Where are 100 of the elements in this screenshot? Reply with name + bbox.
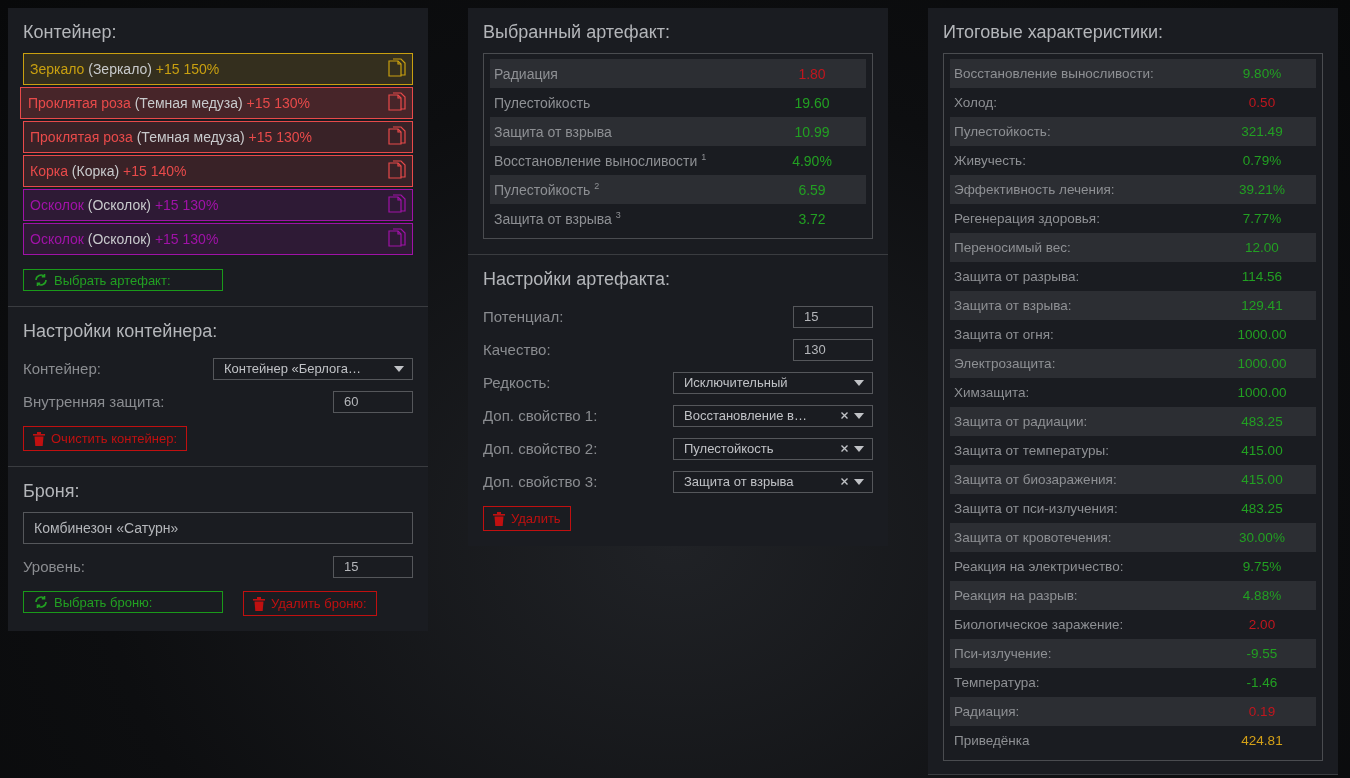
section-title: Броня: bbox=[23, 481, 81, 502]
stat-value: 1000.00 bbox=[1236, 327, 1288, 342]
stat-name: Защита от разрыва: bbox=[954, 269, 1081, 284]
artifact-slot[interactable]: Зеркало (Зеркало) +15 150% bbox=[23, 53, 413, 85]
stat-value: 12.00 bbox=[1244, 240, 1280, 255]
stat-value: 0.50 bbox=[1247, 95, 1277, 110]
dropdown[interactable]: Исключительный bbox=[673, 371, 873, 394]
stat-name: Радиация: bbox=[954, 704, 1021, 719]
stat-name: Защита от взрыва bbox=[494, 123, 613, 140]
stat-name: Защита от радиации: bbox=[954, 414, 1089, 429]
armor-name-field[interactable]: Комбинезон «Сатурн» bbox=[23, 512, 413, 544]
stat-value: 39.21% bbox=[1238, 182, 1286, 197]
stat-value: 7.77% bbox=[1241, 211, 1283, 226]
copy-icon[interactable] bbox=[388, 92, 406, 114]
stat-name: Восстановление выносливости $^{1}$ bbox=[494, 152, 708, 169]
stat-value: -1.46 bbox=[1245, 675, 1279, 690]
stat-name: Холод: bbox=[954, 95, 998, 110]
select-button[interactable]: Выбрать броню: bbox=[23, 591, 223, 613]
stat-name: Пси-излучение: bbox=[954, 646, 1053, 661]
number-field[interactable]: 15 bbox=[333, 555, 413, 578]
stat-value: 30.00% bbox=[1238, 530, 1286, 545]
stat-name: Пулестойкость bbox=[494, 94, 592, 111]
stat-value: 415.00 bbox=[1240, 443, 1284, 458]
stat-value: 129.41 bbox=[1240, 298, 1284, 313]
stat-value: 424.81 bbox=[1240, 733, 1284, 748]
dropdown[interactable]: Контейнер «Берлога… bbox=[213, 357, 413, 380]
stat-value: 10.99 bbox=[793, 123, 831, 140]
artifact-slot[interactable]: Осколок (Осколок) +15 130% bbox=[23, 189, 413, 221]
section-title: Настройки артефакта: bbox=[483, 269, 671, 290]
select-button[interactable]: Выбрать артефакт: bbox=[23, 269, 223, 291]
copy-icon[interactable] bbox=[388, 228, 406, 250]
dropdown[interactable]: Защита от взрыва bbox=[673, 470, 873, 493]
stat-value: 1000.00 bbox=[1236, 356, 1288, 371]
section-title: Контейнер: bbox=[23, 22, 118, 43]
stat-value: 1000.00 bbox=[1236, 385, 1288, 400]
refresh-icon bbox=[34, 273, 48, 287]
field-label: Доп. свойство 3: bbox=[483, 473, 598, 490]
stat-name: Пулестойкость: bbox=[954, 124, 1052, 139]
stat-name: Пулестойкость $^{2}$ bbox=[494, 181, 601, 198]
stat-name: Приведёнка bbox=[954, 733, 1031, 748]
stat-value: 483.25 bbox=[1240, 501, 1284, 516]
stat-value: 19.60 bbox=[793, 94, 831, 111]
stat-name: Защита от пси-излучения: bbox=[954, 501, 1119, 516]
clear-icon[interactable] bbox=[841, 478, 848, 485]
caret-icon bbox=[394, 365, 404, 372]
stat-name: Защита от кровотечения: bbox=[954, 530, 1113, 545]
trash-icon bbox=[33, 431, 45, 446]
caret-icon bbox=[854, 412, 864, 419]
artifact-slot[interactable]: Проклятая роза (Темная медуза) +15 130% bbox=[23, 121, 413, 153]
field-label: Качество: bbox=[483, 341, 551, 358]
stat-name: Переносимый вес: bbox=[954, 240, 1072, 255]
field-label: Внутренняя защита: bbox=[23, 393, 165, 410]
stat-name: Температура: bbox=[954, 675, 1041, 690]
stat-value: 321.49 bbox=[1240, 124, 1284, 139]
stat-name: Химзащита: bbox=[954, 385, 1031, 400]
section-title: Настройки контейнера: bbox=[23, 321, 219, 342]
stat-value: 4.90% bbox=[791, 152, 833, 169]
dropdown[interactable]: Восстановление в… bbox=[673, 404, 873, 427]
stat-name: Радиация bbox=[494, 65, 559, 82]
number-field[interactable]: 130 bbox=[793, 338, 873, 361]
copy-icon[interactable] bbox=[388, 126, 406, 148]
stat-value: 1.80 bbox=[797, 65, 827, 82]
stat-value: 3.72 bbox=[797, 210, 827, 227]
caret-icon bbox=[854, 445, 864, 452]
stat-value: 2.00 bbox=[1247, 617, 1277, 632]
stat-name: Защита от биозаражения: bbox=[954, 472, 1118, 487]
section-title: Итоговые характеристики: bbox=[943, 22, 1164, 43]
caret-icon bbox=[854, 379, 864, 386]
number-field[interactable]: 15 bbox=[793, 305, 873, 328]
field-label: Уровень: bbox=[23, 558, 85, 575]
trash-icon bbox=[253, 596, 265, 611]
stat-name: Реакция на разрыв: bbox=[954, 588, 1079, 603]
stat-name: Восстановление выносливости: bbox=[954, 66, 1155, 81]
stat-value: 4.88% bbox=[1241, 588, 1283, 603]
stat-value: 9.80% bbox=[1241, 66, 1283, 81]
stat-name: Защита от температуры: bbox=[954, 443, 1110, 458]
stat-name: Защита от огня: bbox=[954, 327, 1055, 342]
stat-name: Реакция на электричество: bbox=[954, 559, 1125, 574]
field-label: Редкость: bbox=[483, 374, 551, 391]
refresh-icon bbox=[34, 595, 48, 609]
artifact-slot[interactable]: Проклятая роза (Темная медуза) +15 130% bbox=[20, 87, 413, 119]
clear-icon[interactable] bbox=[841, 412, 848, 419]
stat-name: Регенерация здоровья: bbox=[954, 211, 1101, 226]
stat-name: Защита от взрыва $^{3}$ bbox=[494, 210, 622, 227]
dropdown[interactable]: Пулестойкость bbox=[673, 437, 873, 460]
stat-value: 9.75% bbox=[1241, 559, 1283, 574]
field-label: Потенциал: bbox=[483, 308, 564, 325]
copy-icon[interactable] bbox=[388, 58, 406, 80]
copy-icon[interactable] bbox=[388, 194, 406, 216]
stat-value: 483.25 bbox=[1240, 414, 1284, 429]
stat-name: Электрозащита: bbox=[954, 356, 1057, 371]
stat-value: 0.79% bbox=[1241, 153, 1283, 168]
stat-value: 6.59 bbox=[797, 181, 827, 198]
copy-icon[interactable] bbox=[388, 160, 406, 182]
clear-icon[interactable] bbox=[841, 445, 848, 452]
stat-value: -9.55 bbox=[1245, 646, 1279, 661]
stat-value: 0.19 bbox=[1247, 704, 1277, 719]
artifact-slot[interactable]: Корка (Корка) +15 140% bbox=[23, 155, 413, 187]
artifact-slot[interactable]: Осколок (Осколок) +15 130% bbox=[23, 223, 413, 255]
number-field[interactable]: 60 bbox=[333, 390, 413, 413]
